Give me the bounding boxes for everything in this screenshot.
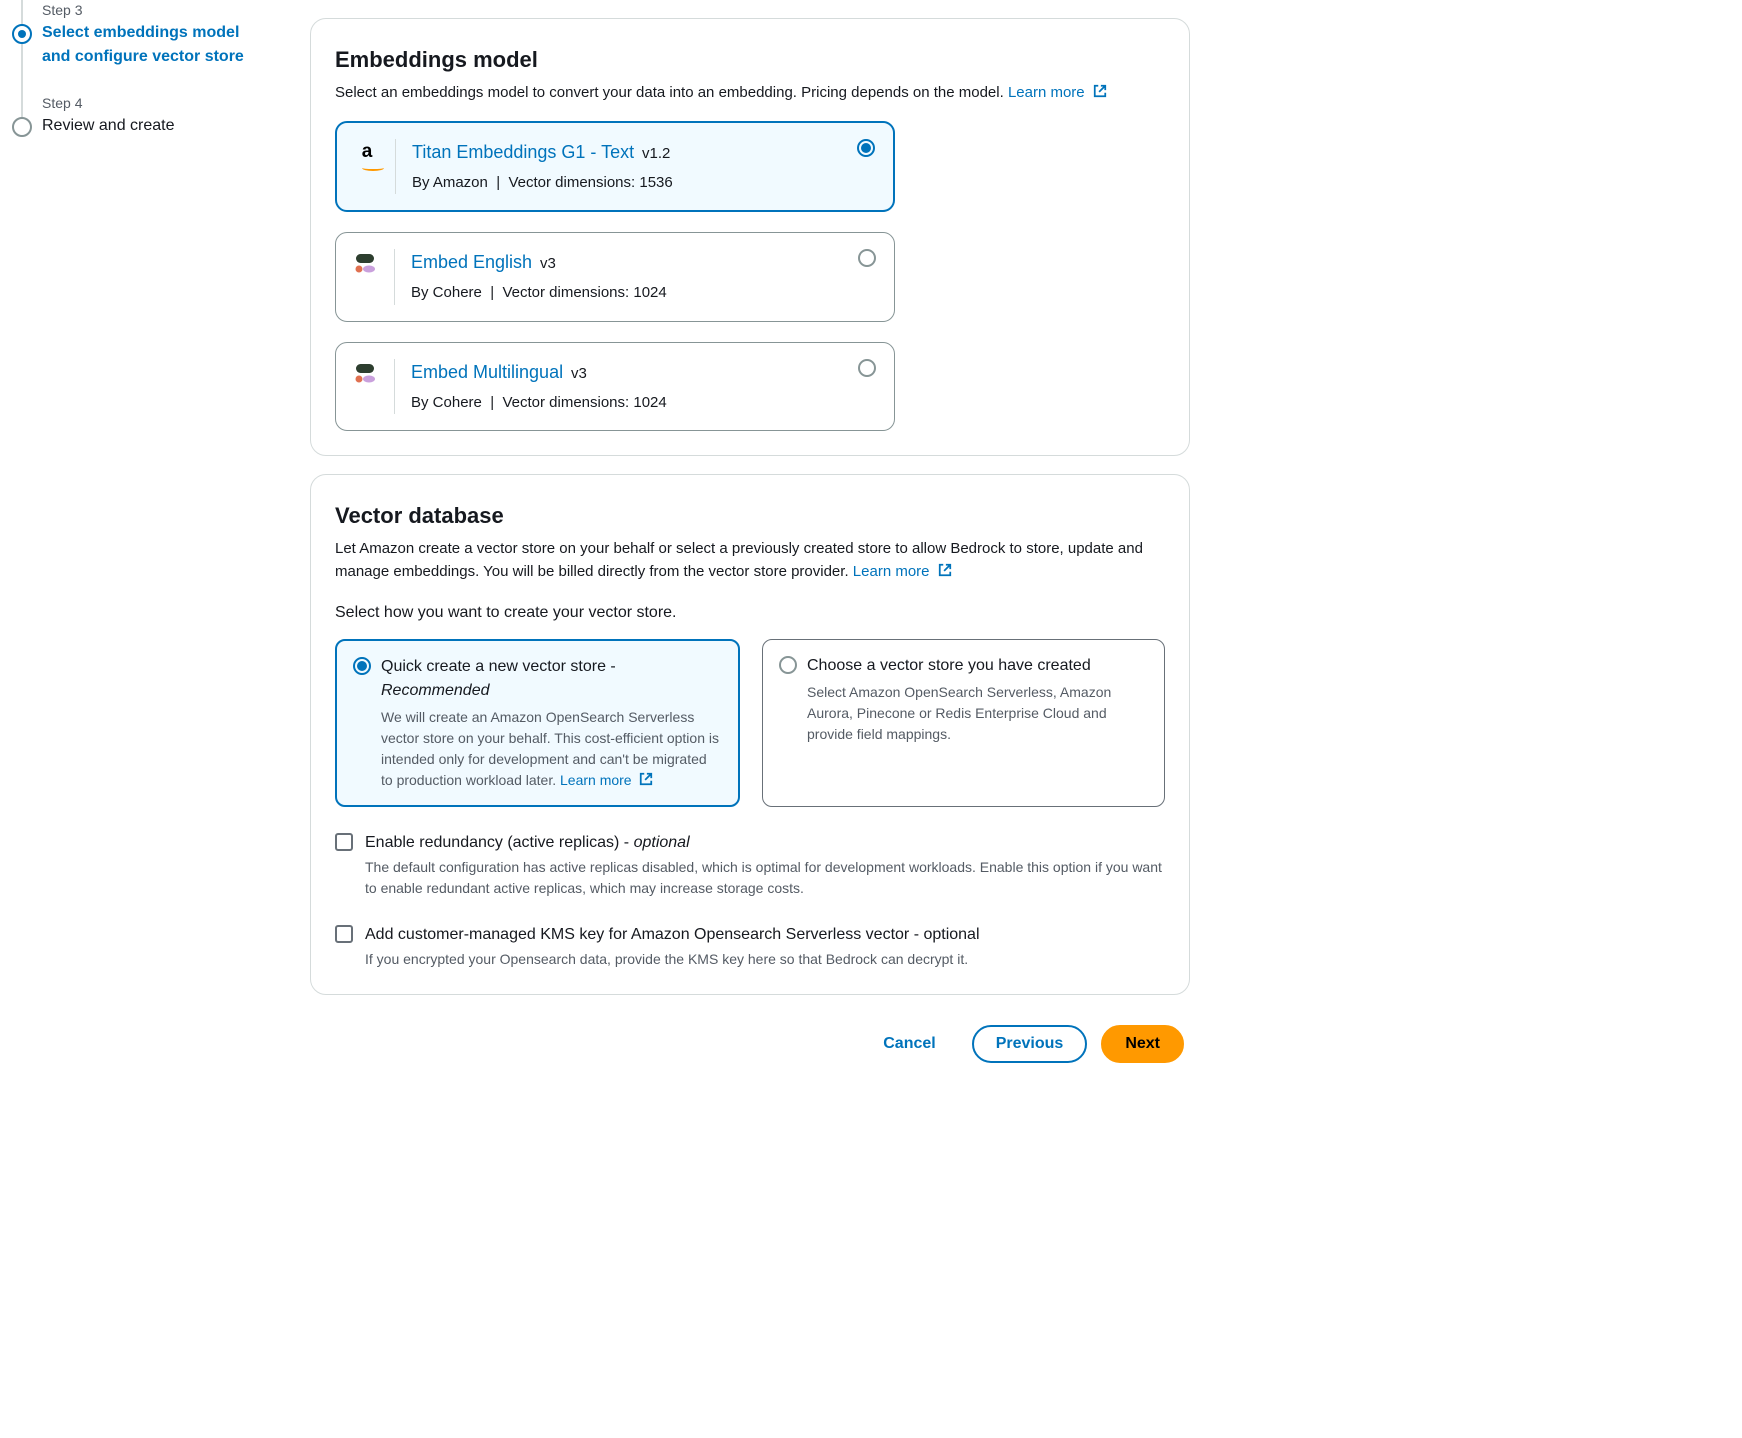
model-option-titan[interactable]: a Titan Embeddings G1 - Text v1.2 By Ama… bbox=[335, 121, 895, 213]
store-option-title: Quick create a new vector store - Recomm… bbox=[381, 655, 722, 703]
embeddings-desc-text: Select an embeddings model to convert yo… bbox=[335, 84, 1004, 101]
amazon-logo-icon: a bbox=[355, 141, 379, 165]
step-marker-active-icon bbox=[12, 24, 32, 44]
learn-more-label: Learn more bbox=[1008, 84, 1085, 101]
radio-icon[interactable] bbox=[779, 656, 797, 674]
vectordb-learn-more-link[interactable]: Learn more bbox=[853, 563, 952, 580]
model-meta: By Amazon | Vector dimensions: 1536 bbox=[412, 172, 875, 195]
store-option-desc: Select Amazon OpenSearch Serverless, Ama… bbox=[807, 682, 1148, 745]
model-version: v3 bbox=[540, 255, 556, 272]
store-option-quick-create[interactable]: Quick create a new vector store - Recomm… bbox=[335, 639, 740, 807]
model-dims: Vector dimensions: 1536 bbox=[508, 174, 672, 191]
model-meta: By Cohere | Vector dimensions: 1024 bbox=[411, 282, 876, 305]
step-4[interactable]: Step 4 Review and create bbox=[12, 93, 264, 162]
main-content: Embeddings model Select an embeddings mo… bbox=[280, 0, 1200, 1438]
store-option-choose-existing[interactable]: Choose a vector store you have created S… bbox=[762, 639, 1165, 807]
step-3-title: Select embeddings model and configure ve… bbox=[42, 21, 264, 69]
kms-checkbox[interactable] bbox=[335, 925, 353, 943]
step-4-title: Review and create bbox=[42, 114, 175, 138]
radio-icon[interactable] bbox=[858, 249, 876, 267]
optional-tag: optional bbox=[634, 834, 690, 851]
model-option-embed-english[interactable]: Embed English v3 By Cohere | Vector dime… bbox=[335, 232, 895, 322]
redundancy-desc: The default configuration has active rep… bbox=[365, 857, 1165, 899]
kms-checkbox-row: Add customer-managed KMS key for Amazon … bbox=[335, 923, 1165, 970]
step-3-label: Step 3 bbox=[42, 0, 264, 21]
model-version: v1.2 bbox=[642, 145, 670, 162]
model-dims: Vector dimensions: 1024 bbox=[502, 394, 666, 411]
store-title-text: Quick create a new vector store - bbox=[381, 658, 616, 675]
embeddings-model-card: Embeddings model Select an embeddings mo… bbox=[310, 18, 1190, 456]
step-3[interactable]: Step 3 Select embeddings model and confi… bbox=[12, 0, 264, 93]
kms-label: Add customer-managed KMS key for Amazon … bbox=[365, 923, 980, 947]
model-meta: By Cohere | Vector dimensions: 1024 bbox=[411, 392, 876, 415]
redundancy-label: Enable redundancy (active replicas) - op… bbox=[365, 831, 1165, 855]
kms-desc: If you encrypted your Opensearch data, p… bbox=[365, 949, 980, 970]
cohere-logo-icon bbox=[354, 251, 378, 275]
embeddings-title: Embeddings model bbox=[335, 43, 1165, 76]
model-name: Embed English bbox=[411, 252, 532, 272]
embeddings-learn-more-link[interactable]: Learn more bbox=[1008, 84, 1107, 101]
external-link-icon bbox=[938, 563, 952, 577]
store-quick-learn-more-link[interactable]: Learn more bbox=[560, 772, 653, 788]
learn-more-label: Learn more bbox=[560, 772, 632, 788]
redundancy-label-text: Enable redundancy (active replicas) - bbox=[365, 834, 634, 851]
model-by: By Amazon bbox=[412, 174, 488, 191]
external-link-icon bbox=[639, 772, 653, 786]
embeddings-desc: Select an embeddings model to convert yo… bbox=[335, 82, 1165, 105]
step-4-label: Step 4 bbox=[42, 93, 175, 114]
model-version: v3 bbox=[571, 365, 587, 382]
store-prompt: Select how you want to create your vecto… bbox=[335, 601, 1165, 625]
redundancy-checkbox[interactable] bbox=[335, 833, 353, 851]
radio-selected-icon[interactable] bbox=[353, 657, 371, 675]
radio-icon[interactable] bbox=[858, 359, 876, 377]
previous-button[interactable]: Previous bbox=[972, 1025, 1088, 1063]
step-marker-icon bbox=[12, 117, 32, 137]
redundancy-checkbox-row: Enable redundancy (active replicas) - op… bbox=[335, 831, 1165, 899]
model-list: a Titan Embeddings G1 - Text v1.2 By Ama… bbox=[335, 121, 895, 432]
model-name: Embed Multilingual bbox=[411, 362, 563, 382]
model-name: Titan Embeddings G1 - Text bbox=[412, 142, 634, 162]
vectordb-desc-text: Let Amazon create a vector store on your… bbox=[335, 540, 1143, 580]
store-recommended-tag: Recommended bbox=[381, 682, 490, 699]
vectordb-desc: Let Amazon create a vector store on your… bbox=[335, 538, 1165, 583]
vectordb-title: Vector database bbox=[335, 499, 1165, 532]
store-desc-text: We will create an Amazon OpenSearch Serv… bbox=[381, 709, 719, 788]
radio-selected-icon[interactable] bbox=[857, 139, 875, 157]
store-option-title: Choose a vector store you have created bbox=[807, 654, 1148, 678]
cohere-logo-icon bbox=[354, 361, 378, 385]
store-options: Quick create a new vector store - Recomm… bbox=[335, 639, 1165, 807]
cancel-button[interactable]: Cancel bbox=[861, 1027, 957, 1061]
model-by: By Cohere bbox=[411, 284, 482, 301]
learn-more-label: Learn more bbox=[853, 563, 930, 580]
wizard-stepper: Step 3 Select embeddings model and confi… bbox=[0, 0, 280, 1438]
vector-database-card: Vector database Let Amazon create a vect… bbox=[310, 474, 1190, 995]
model-option-embed-multilingual[interactable]: Embed Multilingual v3 By Cohere | Vector… bbox=[335, 342, 895, 432]
model-dims: Vector dimensions: 1024 bbox=[502, 284, 666, 301]
next-button[interactable]: Next bbox=[1101, 1025, 1184, 1063]
wizard-footer: Cancel Previous Next bbox=[310, 1025, 1190, 1063]
model-by: By Cohere bbox=[411, 394, 482, 411]
store-option-desc: We will create an Amazon OpenSearch Serv… bbox=[381, 707, 722, 791]
external-link-icon bbox=[1093, 84, 1107, 98]
